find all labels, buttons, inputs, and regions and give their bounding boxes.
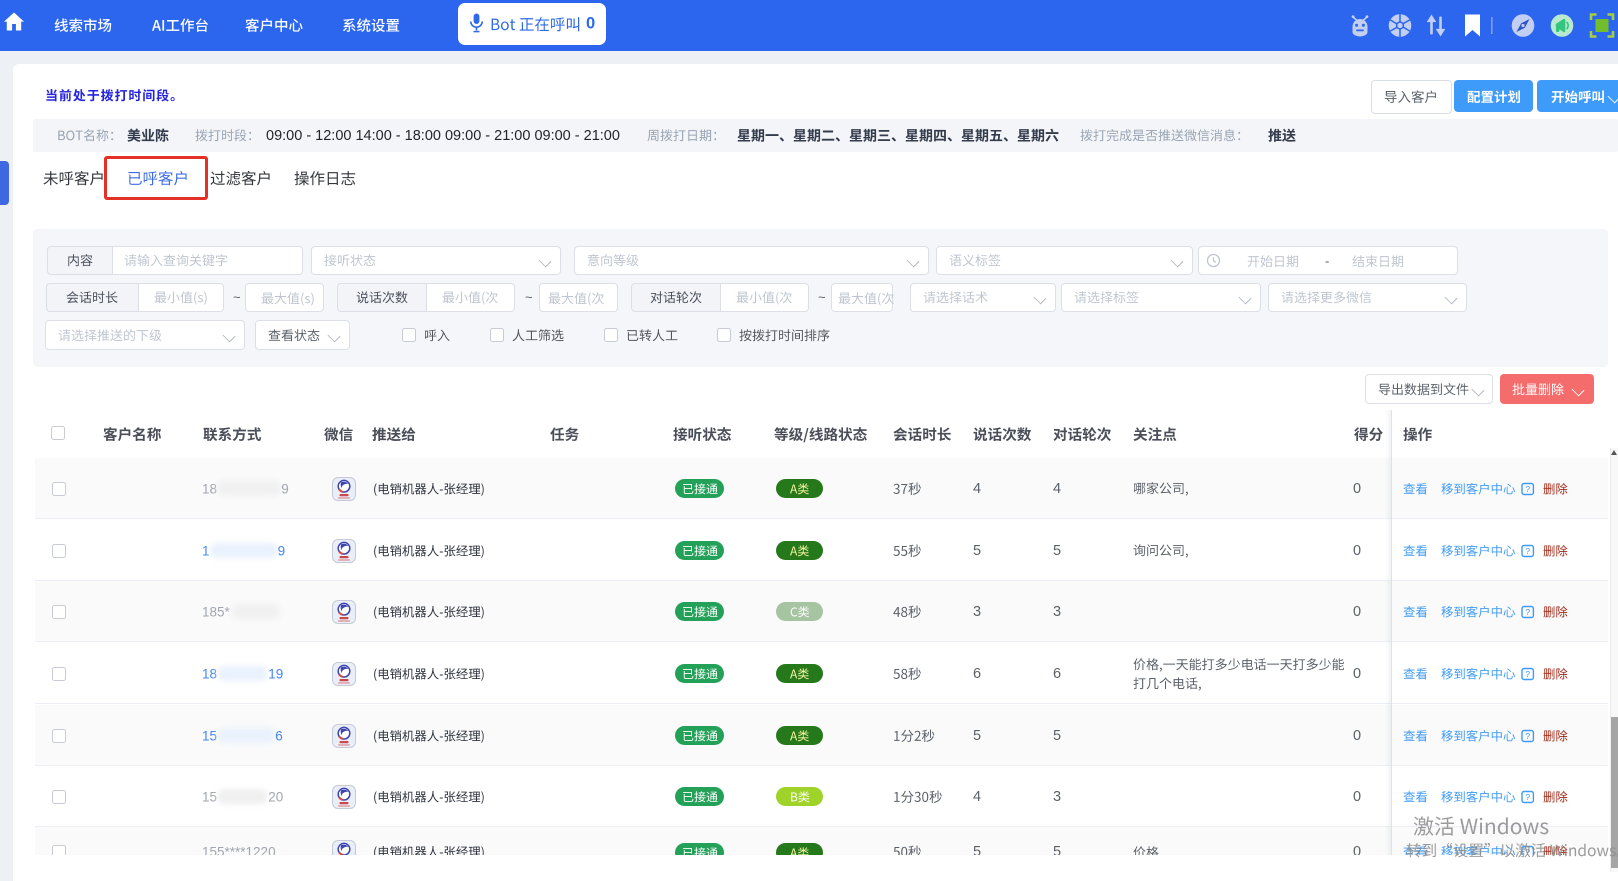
svg-text:?: ? bbox=[1525, 792, 1530, 802]
svg-text:?: ? bbox=[1525, 669, 1530, 679]
svg-text:?: ? bbox=[1525, 484, 1530, 494]
svg-text:?: ? bbox=[1525, 731, 1530, 741]
svg-text:?: ? bbox=[1525, 607, 1530, 617]
svg-text:?: ? bbox=[1525, 546, 1530, 556]
